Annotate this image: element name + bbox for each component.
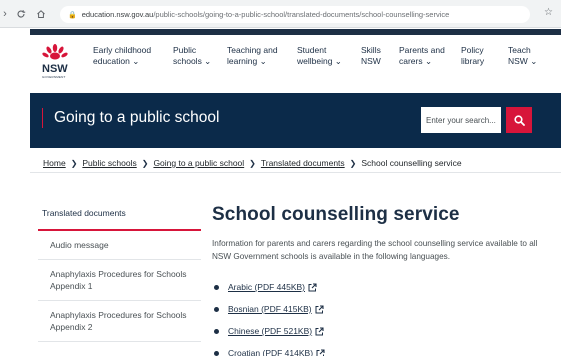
bookmark-star-icon[interactable]: ☆ [544,7,553,18]
intro-text: Information for parents and carers regar… [212,239,538,261]
nav-public-schools[interactable]: Public schools ⌄ [173,45,211,67]
external-link-icon [308,282,317,292]
bullet [214,350,219,356]
external-link-icon [315,304,324,314]
list-item: Arabic (PDF 445KB) [212,276,325,298]
breadcrumb-home[interactable]: Home [43,158,66,168]
nav-student-wellbeing[interactable]: Student wellbeing ⌄ [297,45,342,67]
nav-parents-carers[interactable]: Parents and carers ⌄ [399,45,445,67]
page-banner: Going to a public school [30,93,561,148]
browser-toolbar: › 🔒 education.nsw.gov.au /public-schools… [0,0,561,28]
chevron-right-icon: ❯ [249,158,256,168]
sidebar-title[interactable]: Translated documents [38,205,201,231]
nav-teach-nsw[interactable]: Teach NSW ⌄ [508,45,537,67]
back-icon[interactable]: › [2,7,8,21]
breadcrumb-public-schools[interactable]: Public schools [82,158,136,168]
bullet [214,284,219,290]
sidebar-item-audio-message[interactable]: Audio message [38,231,201,260]
list-item: Croatian (PDF 414KB) [212,342,325,356]
breadcrumb-translated-documents[interactable]: Translated documents [261,158,345,168]
chevron-right-icon: ❯ [70,158,78,168]
bullet [214,306,219,312]
page-title: School counselling service [212,204,460,225]
home-icon[interactable] [34,7,48,21]
breadcrumb-going-to-public-school[interactable]: Going to a public school [153,158,244,168]
reload-icon[interactable] [14,7,28,21]
logo-subtext: GOVERNMENT [42,75,66,79]
site-header: NSW GOVERNMENT Early childhood education … [30,29,561,87]
lock-icon: 🔒 [68,11,77,19]
breadcrumb: Home ❯ Public schools ❯ Going to a publi… [43,158,462,168]
nsw-logo[interactable]: NSW GOVERNMENT [40,42,70,82]
list-item: Chinese (PDF 521KB) [212,320,325,342]
url-domain: education.nsw.gov.au [81,10,154,19]
chevron-right-icon: ❯ [141,158,149,168]
sidebar-nav: Translated documents Audio message Anaph… [38,205,201,342]
external-link-icon [316,348,325,356]
sidebar-item-anaphylaxis-appendix-1[interactable]: Anaphylaxis Procedures for Schools Appen… [38,260,201,301]
external-link-icon [315,326,324,336]
chevron-right-icon: ❯ [349,158,357,168]
nav-early-childhood[interactable]: Early childhood education ⌄ [93,45,151,67]
bullet [214,328,219,334]
link-bosnian-pdf[interactable]: Bosnian (PDF 415KB) [228,304,312,314]
search-icon [513,114,525,126]
list-item: Bosnian (PDF 415KB) [212,298,325,320]
breadcrumb-current: School counselling service [361,158,462,168]
search-button[interactable] [506,107,532,133]
link-croatian-pdf[interactable]: Croatian (PDF 414KB) [228,348,313,356]
logo-text: NSW [42,63,68,75]
nav-policy-library[interactable]: Policy library [461,45,484,67]
sidebar-item-anaphylaxis-appendix-2[interactable]: Anaphylaxis Procedures for Schools Appen… [38,301,201,342]
language-list: Arabic (PDF 445KB) Bosnian (PDF 415KB) C… [212,276,325,356]
nav-skills-nsw[interactable]: Skills NSW [361,45,381,67]
link-arabic-pdf[interactable]: Arabic (PDF 445KB) [228,282,305,292]
url-path: /public-schools/going-to-a-public-school… [153,10,450,19]
address-bar[interactable]: 🔒 education.nsw.gov.au /public-schools/g… [60,6,530,23]
banner-title: Going to a public school [42,108,219,128]
link-chinese-pdf[interactable]: Chinese (PDF 521KB) [228,326,312,336]
nav-teaching-learning[interactable]: Teaching and learning ⌄ [227,45,278,67]
search-input[interactable] [421,107,501,133]
